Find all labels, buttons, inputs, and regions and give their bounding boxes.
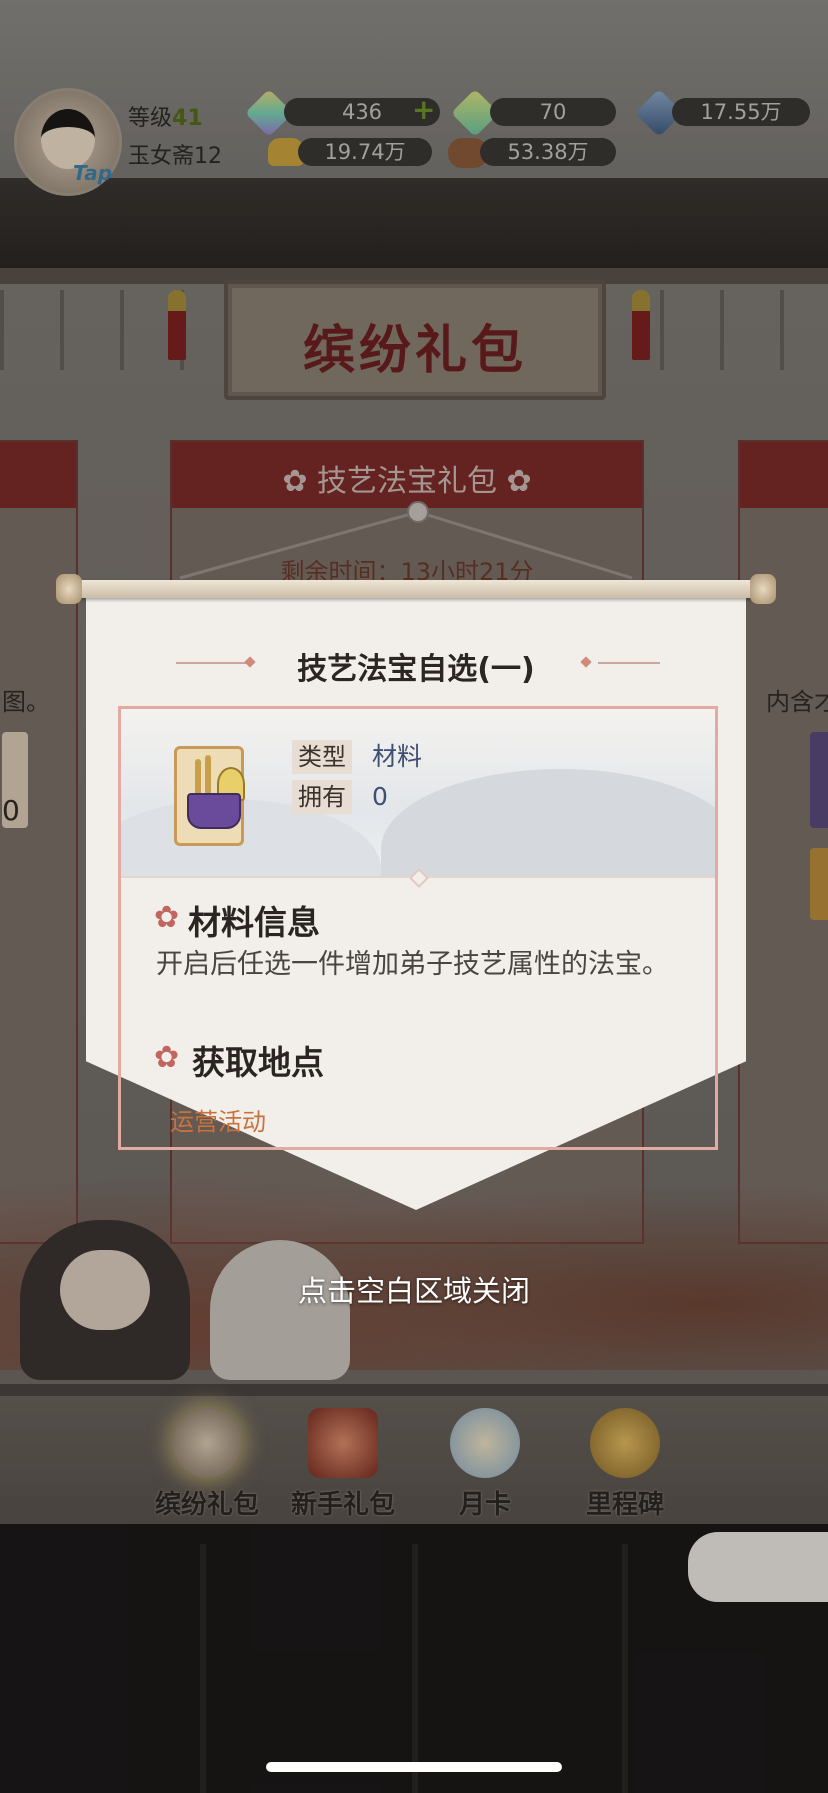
- left-pack-card[interactable]: 图。 0: [0, 440, 78, 1244]
- banner-title: 缤纷礼包: [302, 320, 527, 381]
- tassel-icon: [632, 290, 650, 360]
- pack-title: ✿ 技艺法宝礼包 ✿: [282, 464, 532, 499]
- bottom-tab-bar: [0, 1384, 828, 1524]
- home-indicator[interactable]: [266, 1762, 562, 1772]
- tab-label: 里程碑: [585, 1490, 664, 1520]
- scroll-rod: [60, 580, 772, 598]
- tab-monthly-card[interactable]: 月卡: [420, 1400, 550, 1520]
- rod-knob-left: [56, 574, 82, 604]
- right-card-reward: [810, 732, 828, 828]
- tab-milestone[interactable]: 里程碑: [560, 1400, 690, 1520]
- mountain-silhouette: [381, 769, 715, 877]
- banner-board: 缤纷礼包: [224, 280, 606, 400]
- card-header: [740, 442, 828, 508]
- golden-figure-icon: [590, 1408, 660, 1478]
- brush-stick: [205, 755, 211, 795]
- green-gem-counter[interactable]: 70: [490, 98, 616, 126]
- own-label: 拥有: [292, 780, 352, 814]
- right-card-text: 内含才: [766, 688, 828, 716]
- card-header: [0, 442, 76, 508]
- own-value: 0: [372, 782, 388, 811]
- treasure-basket-icon: [174, 746, 245, 846]
- avatar-tap-label: Tap: [73, 161, 113, 185]
- tassel-icon: [168, 290, 186, 360]
- left-card-text: 图。: [2, 688, 50, 716]
- source-value[interactable]: 运营活动: [170, 1102, 266, 1137]
- girl-portrait-icon: [172, 1408, 242, 1478]
- left-card-number: 0: [2, 794, 20, 827]
- sect-name: 玉女斋12: [128, 144, 222, 169]
- flower-icon: ✿: [154, 1040, 180, 1075]
- roof-band: [0, 178, 828, 273]
- source-section-title: 获取地点: [192, 1043, 324, 1082]
- tab-colorful-pack[interactable]: 缤纷礼包: [142, 1400, 272, 1520]
- tab-newbie-pack[interactable]: 新手礼包: [278, 1400, 408, 1520]
- type-value: 材料: [372, 742, 423, 771]
- modal-title: 技艺法宝自选(一): [297, 652, 535, 687]
- gold-ingot-counter[interactable]: 19.74万: [298, 138, 432, 166]
- player-avatar[interactable]: Tap: [14, 88, 122, 196]
- floor-post: [200, 1544, 206, 1793]
- type-label: 类型: [292, 740, 352, 774]
- level-label: 等级: [128, 106, 173, 131]
- tab-label: 缤纷礼包: [154, 1490, 259, 1520]
- hanging-string: [179, 501, 633, 580]
- player-level: 等级41: [128, 100, 203, 132]
- flower-icon: ✿: [154, 900, 180, 935]
- floor-post: [412, 1544, 418, 1793]
- gift-box-icon: [308, 1408, 378, 1478]
- floor-post: [622, 1544, 628, 1793]
- avatar-face: [41, 109, 95, 169]
- add-gem-icon[interactable]: +: [412, 96, 435, 124]
- right-card-reward: [810, 848, 828, 920]
- rod-knob-right: [750, 574, 776, 604]
- info-description: 开启后任选一件增加弟子技艺属性的法宝。: [156, 949, 669, 980]
- card-scroll-icon: [450, 1408, 520, 1478]
- close-hint: 点击空白区域关闭: [297, 1274, 530, 1308]
- card-header: ✿ 技艺法宝礼包 ✿: [172, 442, 642, 508]
- tab-label: 新手礼包: [290, 1490, 395, 1520]
- right-pack-card[interactable]: 内含才: [738, 440, 828, 1244]
- character-white-hair: [210, 1240, 350, 1380]
- copper-coin-counter[interactable]: 53.38万: [480, 138, 616, 166]
- basket-shape: [187, 793, 241, 829]
- blue-crystal-counter[interactable]: 17.55万: [672, 98, 810, 126]
- info-section-title: 材料信息: [188, 903, 320, 942]
- level-value: 41: [172, 106, 203, 131]
- tab-label: 月卡: [458, 1490, 511, 1520]
- return-button[interactable]: [688, 1532, 828, 1602]
- tab-rail: [0, 1384, 828, 1396]
